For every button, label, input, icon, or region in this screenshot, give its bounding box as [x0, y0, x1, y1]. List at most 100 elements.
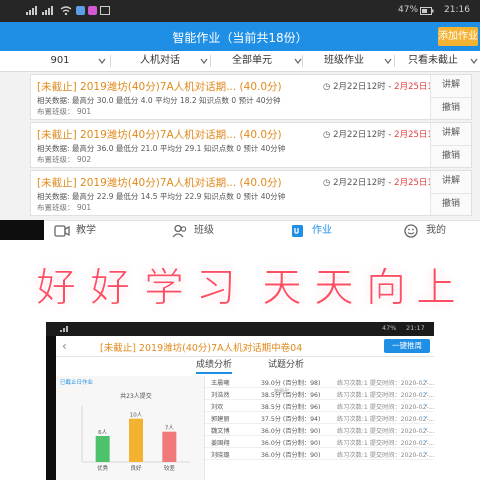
submission-info: 练习次数:1 提交时间：2020-02-...: [337, 428, 434, 435]
chevron-down-icon: [294, 57, 302, 65]
tab-class[interactable]: 班级: [172, 221, 242, 240]
bar-优秀[interactable]: [95, 436, 110, 462]
tab-score-analysis[interactable]: 成绩分析: [196, 357, 232, 373]
homework-name: 2019潍坊(40分)7A人机对话期...: [80, 177, 237, 189]
student-score: 36.0分 (百分制：90): [261, 452, 321, 459]
start-date: 2月22日12时: [333, 130, 386, 140]
status-bar: 47% 21:17: [46, 322, 434, 336]
homework-stats: 相关数据: 最高分 36.0 最低分 21.0 平均分 29.1 知识点数 0 …: [37, 144, 286, 153]
homework-card[interactable]: [未截止] 2019潍坊(40分)7A人机对话期... (40.0分) ◷ 2月…: [30, 170, 472, 216]
student-name: 郭建丽: [211, 416, 230, 423]
homework-title: [未截止] 2019潍坊(40分)7A人机对话期... (40.0分): [37, 175, 282, 190]
table-row[interactable]: 刘晓璐 36.0分 (百分制：90) 练习次数:1 提交时间：2020-02-.…: [205, 448, 434, 460]
chevron-down-icon: [98, 57, 106, 65]
app-icon: [76, 6, 85, 15]
chevron-down-icon: [470, 57, 478, 65]
chevron-down-icon[interactable]: ⌄: [423, 376, 429, 384]
date-separator: -: [385, 82, 395, 92]
status-tag: [未截止]: [37, 177, 77, 189]
start-date: 2月22日12时: [333, 178, 386, 188]
status-tag: [未截止]: [37, 129, 77, 141]
page-header: ‹ [未截止] 2019潍坊(40分)7A人机对话期中卷04 一键推周: [56, 336, 434, 357]
chart-title: 共23人提交: [120, 392, 152, 400]
tab-class-label: 班级: [194, 225, 214, 236]
clock: 21:16: [444, 5, 470, 15]
filter-class[interactable]: 901: [20, 51, 106, 71]
filter-status[interactable]: 只看未截止: [396, 51, 478, 71]
tab-mine[interactable]: 我的: [404, 221, 474, 240]
table-row[interactable]: 郭建丽 37.5分 (百分制：94) 练习次数:1 提交时间：2020-02-.…: [205, 412, 434, 424]
signal-icon: [26, 6, 38, 15]
bar-良好[interactable]: [129, 418, 143, 462]
table-row[interactable]: 刘欢 38.5分 (百分制：96) 练习次数:1 提交时间：2020-02-..…: [205, 400, 434, 412]
date-range: ◷ 2月22日12时 - 2月25日12时: [323, 128, 447, 140]
bar-value-label: 10人: [130, 412, 143, 419]
student-score: 38.5分 (百分制：96): [261, 404, 321, 411]
clock: 21:17: [406, 324, 425, 332]
analysis-screenshot: 47% 21:17 ‹ [未截止] 2019潍坊(40分)7A人机对话期中卷04…: [46, 322, 434, 480]
student-name: 刘浩然: [211, 392, 230, 399]
table-row[interactable]: 姜国翔 36.0分 (百分制：90) 练习次数:1 提交时间：2020-02-.…: [205, 436, 434, 448]
tab-homework[interactable]: 作业: [290, 221, 360, 240]
explain-button[interactable]: 讲解: [431, 75, 471, 96]
table-row[interactable]: 刘浩然 38.5分 (百分制：96) 练习次数:1 提交时间：2020-02-.…: [205, 388, 434, 400]
bar-较差[interactable]: [162, 431, 177, 462]
filter-bar: 901 人机对话 全部单元 班级作业 只看未截止: [0, 51, 480, 72]
bar-value-label: 6人: [98, 429, 107, 436]
filter-unit[interactable]: 全部单元: [212, 51, 302, 71]
grade-bar-chart: 共23人提交 6人优秀 10人良好 7人较差: [81, 392, 190, 472]
chevron-down-icon[interactable]: ⌄: [423, 424, 429, 432]
add-homework-button[interactable]: 添加作业: [438, 27, 478, 46]
table-row[interactable]: 魏文博 36.0分 (百分制：90) 练习次数:1 提交时间：2020-02-.…: [205, 424, 434, 436]
explain-button[interactable]: 讲解: [431, 123, 471, 144]
banner-char: 天: [262, 265, 303, 312]
student-score: 36.0分 (百分制：90): [261, 440, 321, 447]
app-header: 智能作业（当前共18份） 添加作业: [0, 22, 480, 51]
chevron-down-icon[interactable]: ⌄: [423, 448, 429, 456]
homework-card[interactable]: [未截止] 2019潍坊(40分)7A人机对话期... (40.0分) ◷ 2月…: [30, 74, 472, 120]
chevron-down-icon[interactable]: ⌄: [423, 400, 429, 408]
page-title: 智能作业（当前共18份）: [172, 31, 308, 45]
tab-question-analysis[interactable]: 试题分析: [268, 357, 304, 373]
revoke-button[interactable]: 撤销: [431, 193, 471, 215]
date-range: ◷ 2月22日12时 - 2月25日12时: [323, 80, 447, 92]
card-actions: 讲解 撤销: [430, 123, 471, 167]
active-tab-indicator: [196, 372, 232, 374]
explain-button[interactable]: 讲解: [431, 171, 471, 192]
homework-score: (40.0分): [239, 81, 282, 93]
homework-card[interactable]: [未截止] 2019潍坊(40分)7A人机对话期... (40.0分) ◷ 2月…: [30, 122, 472, 168]
submission-info: 练习次数:1 提交时间：2020-02-...: [337, 380, 434, 387]
chevron-down-icon: [200, 57, 208, 65]
tab-teaching-label: 教学: [76, 225, 96, 236]
revoke-button[interactable]: 撤销: [431, 145, 471, 167]
start-date: 2月22日12时: [333, 82, 386, 92]
filter-type[interactable]: 人机对话: [120, 51, 208, 71]
tab-teaching[interactable]: 教学: [54, 221, 124, 240]
chevron-down-icon[interactable]: ⌄: [423, 412, 429, 420]
chevron-down-icon[interactable]: ⌄: [423, 436, 429, 444]
back-arrow-icon[interactable]: ‹: [62, 339, 67, 353]
wifi-icon: [60, 6, 72, 15]
student-name: 王晨曦: [211, 380, 230, 387]
table-row[interactable]: 王晨曦 39.0分 (百分制：98) 练习次数:1 提交时间：2020-02-.…: [205, 376, 434, 388]
category-label: 良好: [130, 464, 142, 472]
chevron-down-icon: [384, 57, 392, 65]
battery-level: 47%: [382, 324, 397, 332]
revoke-button[interactable]: 撤销: [431, 97, 471, 119]
card-actions: 讲解 撤销: [430, 75, 471, 119]
student-name: 刘晓璐: [211, 452, 230, 459]
banner-char: 向: [366, 265, 407, 312]
homework-icon: [290, 224, 306, 238]
student-score: 38.5分 (百分制：96): [261, 392, 321, 399]
homework-title: [未截止] 2019潍坊(40分)7A人机对话期... (40.0分): [37, 79, 282, 94]
homework-stats: 相关数据: 最高分 30.0 最低分 4.0 平均分 18.2 知识点数 0 预…: [37, 96, 281, 105]
homework-title: [未截止] 2019潍坊(40分)7A人机对话期... (40.0分): [37, 127, 282, 142]
student-name: 刘欢: [211, 404, 224, 411]
status-bar: 47% 21:16: [0, 0, 480, 22]
chevron-down-icon[interactable]: ⌄: [423, 388, 429, 396]
one-click-push-button[interactable]: 一键推周: [384, 339, 430, 353]
filter-scope[interactable]: 班级作业: [304, 51, 392, 71]
grade-chart-panel: 已截止日作业 共23人提交 6人 优秀 10人 良好 7人 较差: [56, 376, 205, 480]
homework-score: (40.0分): [239, 177, 282, 189]
category-label: 较差: [164, 464, 176, 472]
